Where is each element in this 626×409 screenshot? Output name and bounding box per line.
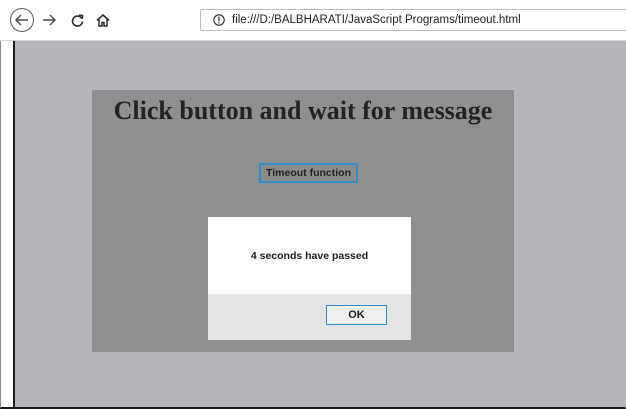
home-icon bbox=[96, 13, 110, 27]
alert-dialog: 4 seconds have passed OK bbox=[208, 217, 411, 340]
browser-toolbar: file:///D:/BALBHARATI/JavaScript Program… bbox=[0, 0, 626, 41]
home-button[interactable] bbox=[92, 8, 114, 32]
info-icon[interactable] bbox=[213, 14, 225, 26]
reload-icon bbox=[71, 13, 83, 27]
forward-button[interactable] bbox=[38, 8, 60, 32]
address-bar[interactable]: file:///D:/BALBHARATI/JavaScript Program… bbox=[200, 9, 626, 31]
timeout-function-button[interactable]: Timeout function bbox=[259, 163, 358, 183]
reload-button[interactable] bbox=[66, 8, 88, 32]
forward-arrow-icon bbox=[43, 14, 56, 26]
back-button[interactable] bbox=[10, 8, 34, 32]
back-arrow-icon bbox=[15, 14, 28, 26]
alert-message: 4 seconds have passed bbox=[250, 250, 369, 262]
url-text: file:///D:/BALBHARATI/JavaScript Program… bbox=[232, 14, 521, 26]
page-heading: Click button and wait for message bbox=[113, 96, 493, 125]
ok-button[interactable]: OK bbox=[326, 305, 387, 325]
alert-footer: OK bbox=[208, 294, 411, 340]
